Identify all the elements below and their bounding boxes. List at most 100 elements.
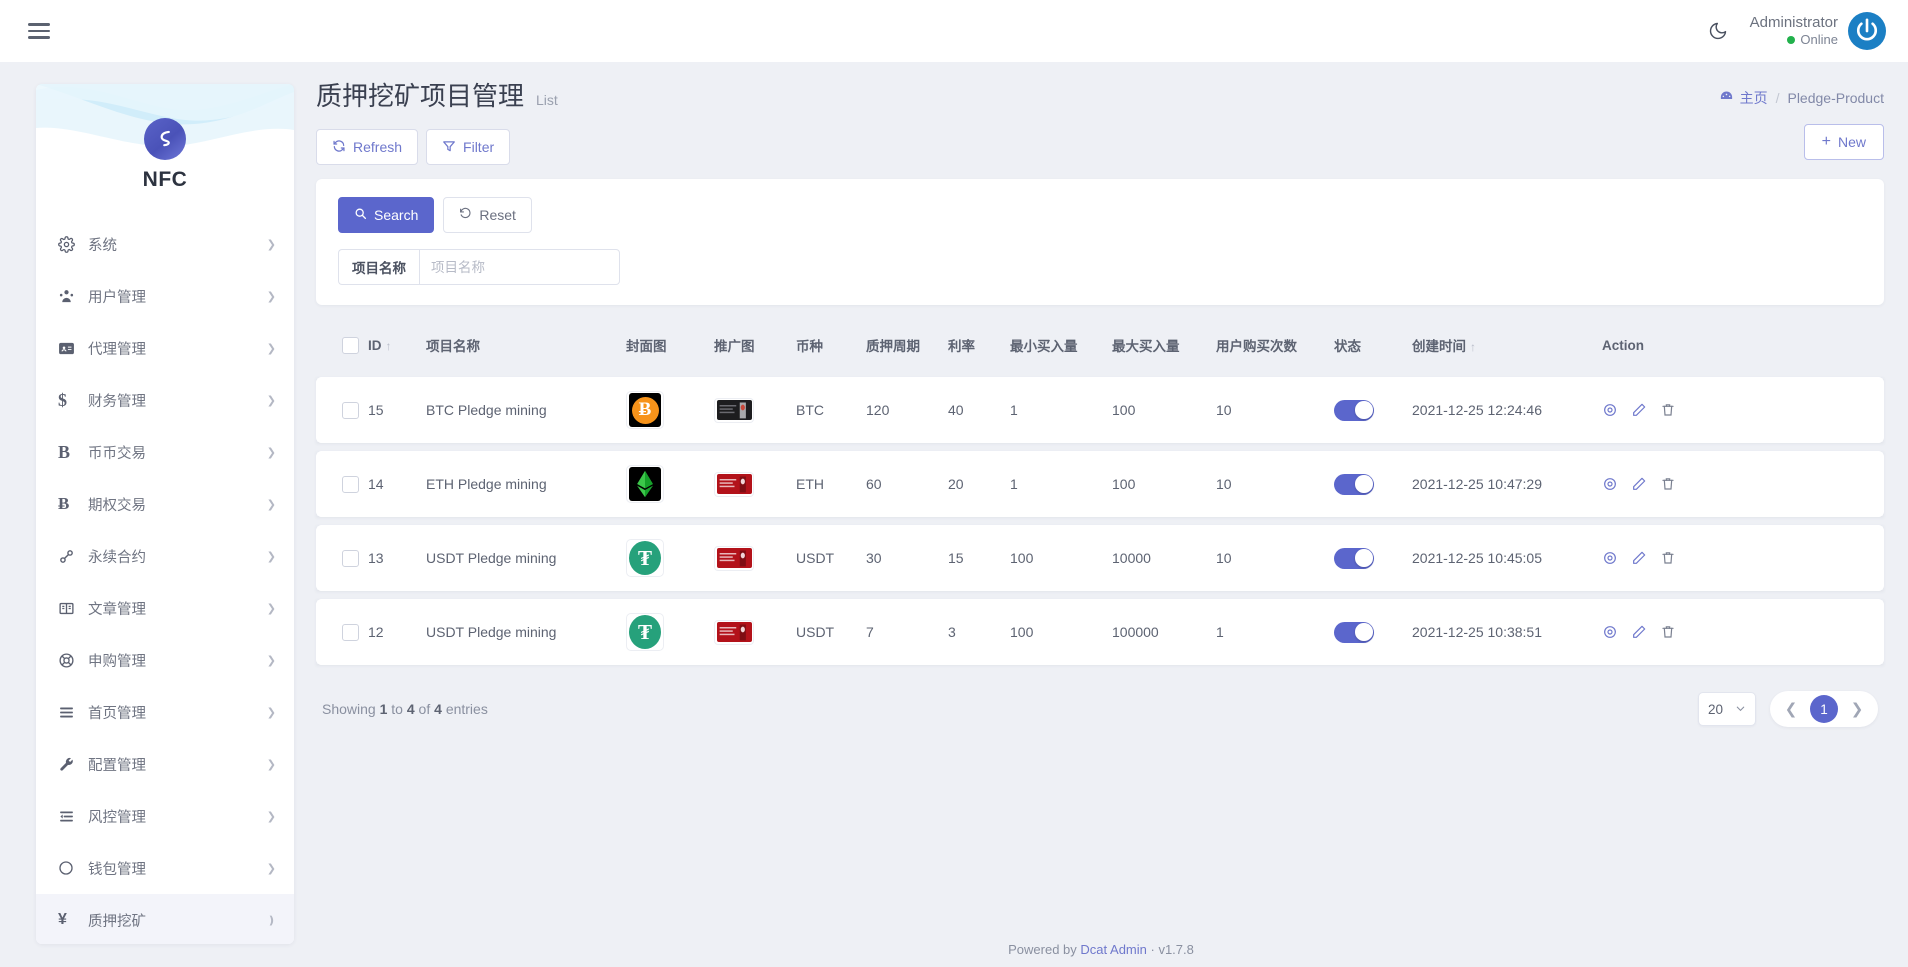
column-header-status: 状态 — [1334, 325, 1412, 369]
page-header-right: 主页 / Pledge-Product + New — [1719, 76, 1884, 160]
edit-action-icon[interactable] — [1631, 550, 1647, 566]
pagination: ❮ 1 ❯ — [1770, 691, 1878, 727]
sidebar-item-agent-management[interactable]: 代理管理 ❯ — [36, 322, 294, 374]
edit-action-icon[interactable] — [1631, 402, 1647, 418]
status-toggle[interactable] — [1334, 548, 1374, 569]
dark-mode-toggle-icon[interactable] — [1708, 21, 1728, 41]
project-name-input[interactable] — [419, 249, 620, 285]
sidebar-item-risk-management[interactable]: 风控管理 ❯ — [36, 790, 294, 842]
showing-of-word: of — [419, 701, 431, 717]
sidebar-item-finance-management[interactable]: $ 财务管理 ❯ — [36, 374, 294, 426]
menu-toggle-icon[interactable] — [22, 17, 56, 45]
sidebar-item-label: 财务管理 — [88, 390, 267, 411]
edit-action-icon[interactable] — [1631, 624, 1647, 640]
chevron-right-icon: ❯ — [267, 342, 276, 355]
view-action-icon[interactable] — [1602, 624, 1618, 640]
brand-name: NFC — [143, 168, 188, 192]
dcat-admin-link[interactable]: Dcat Admin — [1080, 942, 1146, 957]
row-select-cell — [316, 599, 368, 665]
sidebar-item-coin-trading[interactable]: B 币币交易 ❯ — [36, 426, 294, 478]
cell-status — [1334, 451, 1412, 517]
table-body: 15BTC Pledge miningɃBTC120401100102021-1… — [316, 377, 1884, 665]
prev-page-button[interactable]: ❮ — [1778, 696, 1804, 722]
cell-cover-image — [626, 451, 714, 517]
delete-action-icon[interactable] — [1660, 624, 1676, 640]
sidebar-brand[interactable]: NFC — [36, 84, 294, 202]
bitcoin-icon: Ƀ — [58, 494, 88, 514]
cover-image-thumb[interactable] — [626, 465, 664, 503]
table-header-row: ID↑ 项目名称 封面图 推广图 币种 质押周期 利率 最小买入量 最大买入量 … — [316, 325, 1884, 369]
select-all-header — [316, 325, 368, 369]
column-header-promo-image: 推广图 — [714, 325, 796, 369]
row-checkbox[interactable] — [342, 402, 359, 419]
search-button[interactable]: Search — [338, 197, 434, 233]
new-button[interactable]: + New — [1804, 124, 1884, 160]
promo-image-thumb[interactable] — [714, 398, 754, 423]
column-header-cover-image: 封面图 — [626, 325, 714, 369]
entries-summary: Showing 1 to 4 of 4 entries — [322, 701, 488, 717]
dollar-icon: $ — [58, 390, 88, 411]
users-icon — [58, 288, 88, 305]
chevron-down-icon — [1735, 702, 1746, 717]
status-toggle[interactable] — [1334, 400, 1374, 421]
column-label: Action — [1602, 338, 1644, 353]
row-checkbox[interactable] — [342, 476, 359, 493]
promo-image-thumb[interactable] — [714, 472, 754, 497]
cell-actions — [1602, 525, 1884, 591]
table-row: 15BTC Pledge miningɃBTC120401100102021-1… — [316, 377, 1884, 443]
delete-action-icon[interactable] — [1660, 550, 1676, 566]
row-checkbox[interactable] — [342, 550, 359, 567]
sidebar: NFC 系统 ❯ 用户管理 ❯ 代理管理 ❯ $ 财务管理 ❯ — [36, 84, 294, 944]
view-action-icon[interactable] — [1602, 476, 1618, 492]
cell-max-buy: 100 — [1112, 377, 1216, 443]
sidebar-item-option-trading[interactable]: Ƀ 期权交易 ❯ — [36, 478, 294, 530]
reset-button[interactable]: Reset — [443, 197, 532, 233]
column-header-id[interactable]: ID↑ — [368, 325, 426, 369]
cover-image-thumb[interactable]: ₮ — [626, 613, 664, 651]
promo-image-thumb[interactable] — [714, 620, 754, 645]
showing-suffix: entries — [446, 701, 488, 717]
status-toggle[interactable] — [1334, 622, 1374, 643]
sidebar-item-pledge-mining[interactable]: ¥ 质押挖矿 ❫ — [36, 894, 294, 944]
sidebar-item-config-management[interactable]: 配置管理 ❯ — [36, 738, 294, 790]
user-menu[interactable]: Administrator Online — [1750, 12, 1886, 50]
sidebar-item-user-management[interactable]: 用户管理 ❯ — [36, 270, 294, 322]
edit-action-icon[interactable] — [1631, 476, 1647, 492]
next-page-button[interactable]: ❯ — [1844, 696, 1870, 722]
cell-promo-image — [714, 525, 796, 591]
refresh-icon — [332, 139, 346, 156]
view-action-icon[interactable] — [1602, 550, 1618, 566]
lifebuoy-icon — [58, 652, 88, 669]
avatar[interactable] — [1848, 12, 1886, 50]
page-header: 质押挖矿项目管理 List Refresh Filter — [316, 76, 1884, 165]
chevron-right-icon: ❯ — [267, 394, 276, 407]
column-header-max-buy: 最大买入量 — [1112, 325, 1216, 369]
sidebar-item-homepage-management[interactable]: 首页管理 ❯ — [36, 686, 294, 738]
filter-button[interactable]: Filter — [426, 129, 510, 165]
promo-image-thumb[interactable] — [714, 546, 754, 571]
row-checkbox[interactable] — [342, 624, 359, 641]
cover-image-thumb[interactable]: Ƀ — [626, 391, 664, 429]
view-action-icon[interactable] — [1602, 402, 1618, 418]
cover-image-thumb[interactable]: ₮ — [626, 539, 664, 577]
delete-action-icon[interactable] — [1660, 402, 1676, 418]
sidebar-item-subscription-management[interactable]: 申购管理 ❯ — [36, 634, 294, 686]
refresh-button[interactable]: Refresh — [316, 129, 418, 165]
status-toggle[interactable] — [1334, 474, 1374, 495]
sidebar-item-perpetual-contract[interactable]: 永续合约 ❯ — [36, 530, 294, 582]
select-all-checkbox[interactable] — [342, 337, 359, 354]
delete-action-icon[interactable] — [1660, 476, 1676, 492]
cell-created-at: 2021-12-25 12:24:46 — [1412, 377, 1602, 443]
sidebar-item-wallet-management[interactable]: 钱包管理 ❯ — [36, 842, 294, 894]
page-number-1[interactable]: 1 — [1810, 695, 1838, 723]
cell-rate: 15 — [948, 525, 1010, 591]
filter-list-icon — [58, 808, 88, 825]
column-header-created-at[interactable]: 创建时间↑ — [1412, 325, 1602, 369]
sidebar-item-system[interactable]: 系统 ❯ — [36, 218, 294, 270]
breadcrumb-home[interactable]: 主页 — [1719, 88, 1768, 108]
sidebar-item-article-management[interactable]: 文章管理 ❯ — [36, 582, 294, 634]
cell-rate: 20 — [948, 451, 1010, 517]
column-label: 用户购买次数 — [1216, 339, 1297, 354]
user-status: Online — [1750, 32, 1838, 48]
per-page-select[interactable]: 20 — [1698, 692, 1756, 726]
